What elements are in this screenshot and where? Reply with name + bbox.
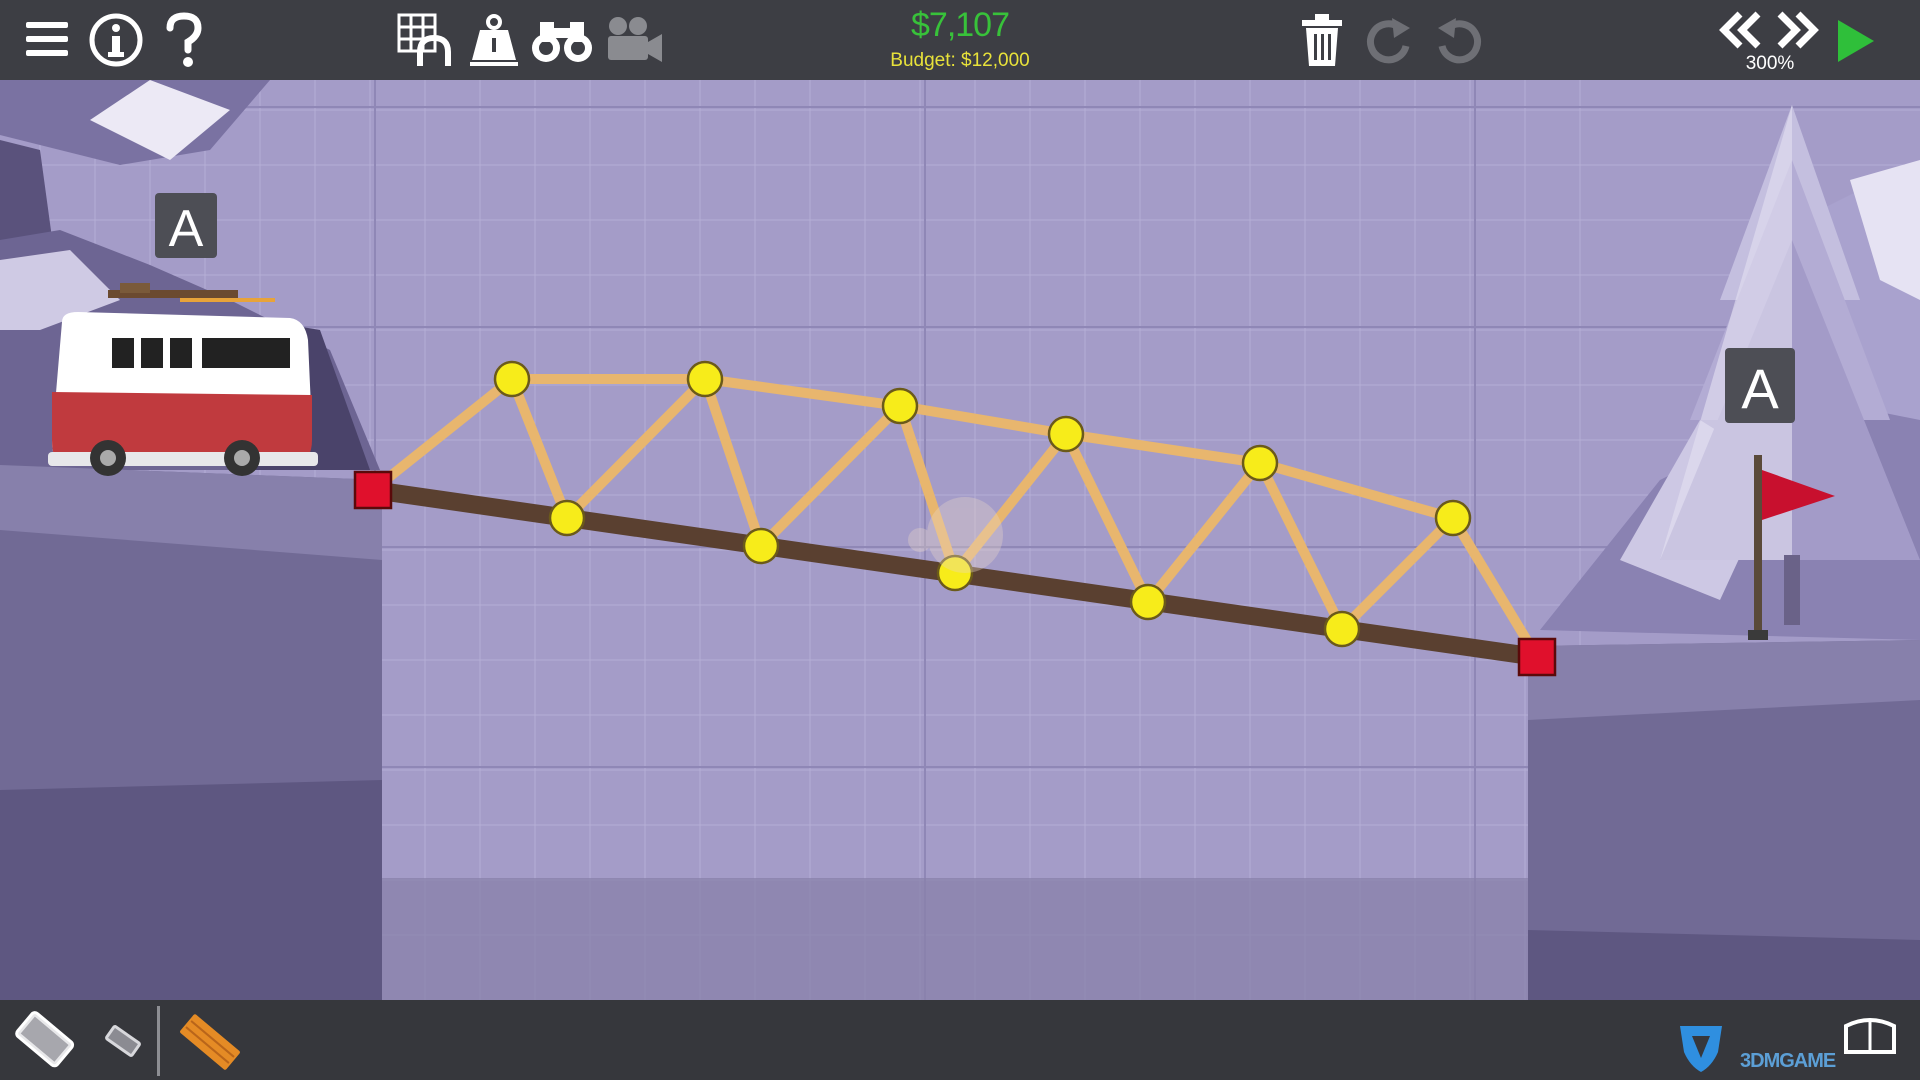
- rewind-icon[interactable]: [1718, 10, 1764, 50]
- fast-forward-icon[interactable]: [1774, 10, 1820, 50]
- hamburger-menu-icon[interactable]: [24, 16, 70, 62]
- shield-logo-icon: [1676, 1022, 1726, 1074]
- water-band: [382, 878, 1528, 1000]
- camera-icon[interactable]: [604, 16, 664, 64]
- joint-top-1: [493, 360, 531, 398]
- anchor-sign-right: A: [1725, 348, 1795, 423]
- joint-top-5: [1241, 444, 1279, 482]
- binoculars-icon[interactable]: [530, 14, 594, 66]
- simulation-speed: 300%: [1745, 53, 1795, 74]
- material-toolbar: [0, 1000, 1920, 1080]
- anchor-sign-left: A: [155, 193, 217, 258]
- anchor-point-left: [353, 470, 393, 510]
- trash-icon[interactable]: [1300, 12, 1344, 68]
- joint-top-2: [686, 360, 724, 398]
- anchor-sign-left-label: A: [169, 200, 204, 258]
- joint-top-6: [1434, 499, 1472, 537]
- joint-bottom-5: [1323, 610, 1361, 648]
- info-icon[interactable]: [88, 12, 144, 68]
- cost-display: $7,107: [911, 6, 1010, 44]
- question-icon[interactable]: [160, 12, 208, 68]
- joint-top-4: [1047, 415, 1085, 453]
- reinforced-road-material-button[interactable]: [100, 1018, 146, 1064]
- game-scene: A A: [0, 0, 1920, 1080]
- play-icon[interactable]: [1836, 18, 1876, 64]
- anchor-point-right: [1517, 637, 1557, 677]
- road-material-button[interactable]: [6, 1004, 82, 1076]
- joint-bottom-1: [548, 499, 586, 537]
- joint-top-3: [881, 387, 919, 425]
- wood-material-button[interactable]: [172, 1008, 248, 1076]
- watermark-text: 3DMGAME: [1740, 1050, 1836, 1072]
- toolbar-divider: [157, 1006, 160, 1076]
- redo-icon[interactable]: [1366, 16, 1416, 64]
- anchor-sign-right-label: A: [1741, 357, 1779, 420]
- undo-icon[interactable]: [1432, 16, 1482, 64]
- joint-bottom-4: [1129, 583, 1167, 621]
- grid-arch-icon[interactable]: [396, 12, 454, 68]
- budget-display: Budget: $12,000: [890, 50, 1030, 71]
- joint-bottom-2: [742, 527, 780, 565]
- weight-icon[interactable]: [466, 12, 522, 68]
- bridge-outline-icon[interactable]: [1840, 1010, 1900, 1070]
